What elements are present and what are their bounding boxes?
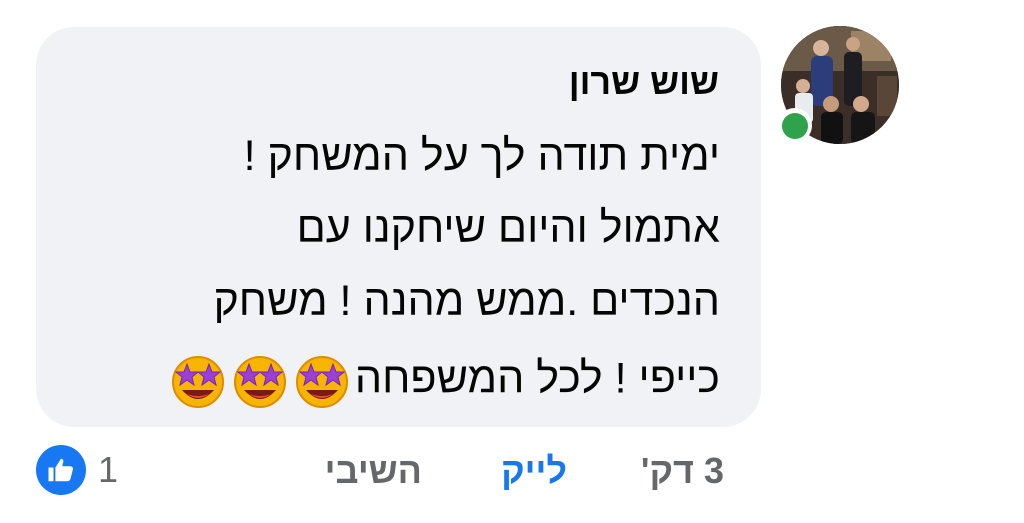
comment-text-line: ימית תודה לך על המשחק ! [243, 132, 720, 180]
star-struck-emoji [169, 352, 227, 410]
comment-timestamp[interactable]: 3 דק' [641, 450, 724, 492]
comment-stage: שוש שרון ימית תודה לך על המשחק ! אתמול ו… [0, 0, 1024, 523]
reactions-summary[interactable]: 1 [36, 445, 118, 495]
online-status-indicator [777, 108, 812, 143]
online-dot [781, 112, 808, 139]
star-struck-emoji [293, 352, 351, 410]
comment-text-line-last: כייפי ! לכל המשפחה [169, 352, 720, 410]
comment-text-line: הנכדים .ממש מהנה ! משחק [213, 277, 720, 325]
comment-text-line: כייפי ! לכל המשפחה [354, 354, 720, 403]
reaction-count: 1 [98, 449, 119, 490]
comment-author[interactable]: שוש שרון [569, 61, 719, 103]
thumbs-up-icon [36, 445, 86, 495]
comment-text-line: אתמול והיום שיחקנו עם [296, 204, 720, 252]
like-button[interactable]: לייק [501, 450, 567, 492]
star-struck-emoji [231, 352, 289, 410]
comment-bubble: שוש שרון ימית תודה לך על המשחק ! אתמול ו… [36, 27, 761, 427]
reply-button[interactable]: השיבי [325, 450, 422, 492]
